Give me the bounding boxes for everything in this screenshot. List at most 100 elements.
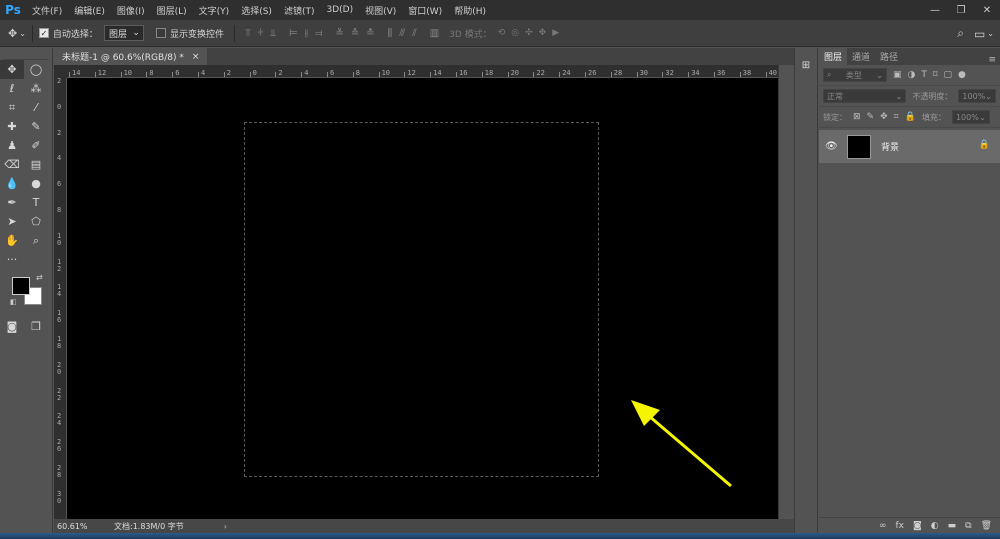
move-tool-icon[interactable]: ✥ [0,60,24,79]
vertical-ruler[interactable]: 2 0 2 4 6 8 10 12 14 16 18 20 22 24 26 28 30 [54,78,67,519]
ruler-origin[interactable] [54,65,67,78]
distribute-right-icon[interactable]: ⫽ [412,28,416,39]
menu-image[interactable]: 图像(I) [111,4,151,17]
menu-type[interactable]: 文字(Y) [193,4,236,17]
gradient-tool-icon[interactable]: ▤ [24,155,48,174]
close-icon[interactable]: ✕ [974,0,1000,20]
vertical-scrollbar[interactable] [778,65,794,519]
search-icon[interactable]: ⌕ [957,26,964,41]
3d-rotate-icon[interactable]: ⟲ [498,28,506,38]
mask-icon[interactable]: ◙ [913,521,922,531]
align-bottom-icon[interactable]: ⫫ [270,28,276,39]
align-top-icon[interactable]: ⫪ [245,28,251,39]
blend-mode-dropdown[interactable]: 正常 ⌄ [823,89,907,103]
distribute-bottom-icon[interactable]: ≛ [366,28,374,39]
filter-pixel-icon[interactable]: ▣ [893,70,902,80]
history-brush-icon[interactable]: ✐ [24,136,48,155]
magic-wand-icon[interactable]: ⁂ [24,79,48,98]
shape-tool-icon[interactable]: ⬠ [24,212,48,231]
pen-tool-icon[interactable]: ✒ [0,193,24,212]
filter-smart-icon[interactable]: ▢ [944,70,953,80]
3d-slide-icon[interactable]: ✥ [539,28,547,38]
filter-shape-icon[interactable]: ⌑ [933,70,938,80]
auto-select-checkbox[interactable]: ✓ [38,28,49,38]
lock-transparent-icon[interactable]: ⊠ [853,112,861,122]
eraser-icon[interactable]: ⌫ [0,155,24,174]
minimize-icon[interactable]: — [922,0,948,20]
fx-icon[interactable]: fx [896,521,905,531]
menu-select[interactable]: 选择(S) [235,4,278,17]
restore-icon[interactable]: ❐ [948,0,974,20]
filter-toggle-icon[interactable]: ● [958,70,966,80]
swap-colors-icon[interactable]: ⇄ [36,273,43,282]
tab-paths[interactable]: 路径 [875,48,903,65]
tab-channels[interactable]: 通道 [847,48,875,65]
distribute-left-icon[interactable]: ⫼ [388,28,393,39]
3d-scale-icon[interactable]: ▶ [552,28,559,38]
eyedropper-icon[interactable]: ⁄ [24,98,48,117]
fill-field[interactable]: 100% ⌄ [951,110,990,124]
zoom-level[interactable]: 60.61% [54,522,104,531]
marquee-tool-icon[interactable]: ◯ [24,60,48,79]
align-right-icon[interactable]: ⫤ [315,28,323,39]
distribute-vcenter-icon[interactable]: ≙ [351,28,359,39]
close-icon[interactable]: × [192,52,200,62]
align-vcenter-icon[interactable]: ⫩ [258,28,264,39]
menu-3d[interactable]: 3D(D) [320,5,359,15]
brush-tool-icon[interactable]: ✎ [24,117,48,136]
menu-view[interactable]: 视图(V) [359,4,402,17]
zoom-tool-icon[interactable]: ⌕ [24,231,48,250]
align-hcenter-icon[interactable]: ⫲ [305,28,308,39]
eye-icon[interactable]: 👁 [825,141,838,152]
lock-image-icon[interactable]: ✎ [867,112,875,122]
lock-all-icon[interactable]: 🔒 [905,112,916,122]
menu-file[interactable]: 文件(F) [26,4,68,17]
lock-artboard-icon[interactable]: ⌗ [894,112,899,122]
lasso-tool-icon[interactable]: ℓ [0,79,24,98]
distribute-hcenter-icon[interactable]: ⫻ [399,28,405,39]
menu-help[interactable]: 帮助(H) [448,4,492,17]
menu-layer[interactable]: 图层(L) [151,4,193,17]
status-menu-icon[interactable]: › [224,522,227,531]
dodge-tool-icon[interactable]: ● [24,174,48,193]
default-colors-icon[interactable]: ◧ [10,298,17,306]
show-transform-checkbox[interactable] [155,28,166,38]
lock-position-icon[interactable]: ✥ [880,112,888,122]
3d-roll-icon[interactable]: ◎ [511,28,519,38]
path-select-icon[interactable]: ➤ [0,212,24,231]
menu-window[interactable]: 窗口(W) [402,4,448,17]
quick-mask-icon[interactable]: ◙ [0,317,24,336]
panel-menu-icon[interactable]: ≡ [988,55,1000,65]
new-layer-icon[interactable]: ⧉ [965,521,971,531]
canvas-workspace[interactable] [67,78,778,519]
auto-align-icon[interactable]: ▥ [430,28,439,39]
3d-drag-icon[interactable]: ✣ [525,28,533,38]
menu-edit[interactable]: 编辑(E) [68,4,111,17]
menu-filter[interactable]: 滤镜(T) [278,4,321,17]
type-tool-icon[interactable]: T [24,193,48,212]
trash-icon[interactable]: 🗑 [981,521,992,531]
opacity-field[interactable]: 100% ⌄ [958,89,996,103]
tab-layers[interactable]: 图层 [819,48,848,65]
align-left-icon[interactable]: ⊨ [289,28,298,39]
layer-row[interactable]: 👁 背景 🔒 [819,130,1000,163]
screen-mode-icon[interactable]: ❐ [24,317,48,336]
properties-panel-icon[interactable]: ⊞ [799,60,813,74]
blur-tool-icon[interactable]: 💧 [0,174,24,193]
move-tool-icon[interactable]: ✥ [8,27,17,40]
hand-tool-icon[interactable]: ✋ [0,231,24,250]
workspace-icon[interactable]: ▭ [974,27,985,41]
filter-type-icon[interactable]: T [921,70,927,80]
filter-adjustment-icon[interactable]: ◑ [908,70,916,80]
stamp-tool-icon[interactable]: ♟ [0,136,24,155]
document-tab[interactable]: 未标题-1 @ 60.6%(RGB/8) * × [54,48,208,65]
crop-tool-icon[interactable]: ⌗ [0,98,24,117]
panel-grip[interactable] [3,48,49,60]
group-icon[interactable]: ▬ [948,521,957,531]
adjustment-icon[interactable]: ◐ [931,521,939,531]
link-icon[interactable]: ∞ [879,521,887,531]
more-tools-icon[interactable]: ··· [0,250,24,269]
foreground-color-swatch[interactable] [12,277,30,295]
layer-filter-dropdown[interactable]: ⌕ 类型 ⌄ [823,68,887,82]
chevron-down-icon[interactable]: ⌄ [19,29,26,38]
